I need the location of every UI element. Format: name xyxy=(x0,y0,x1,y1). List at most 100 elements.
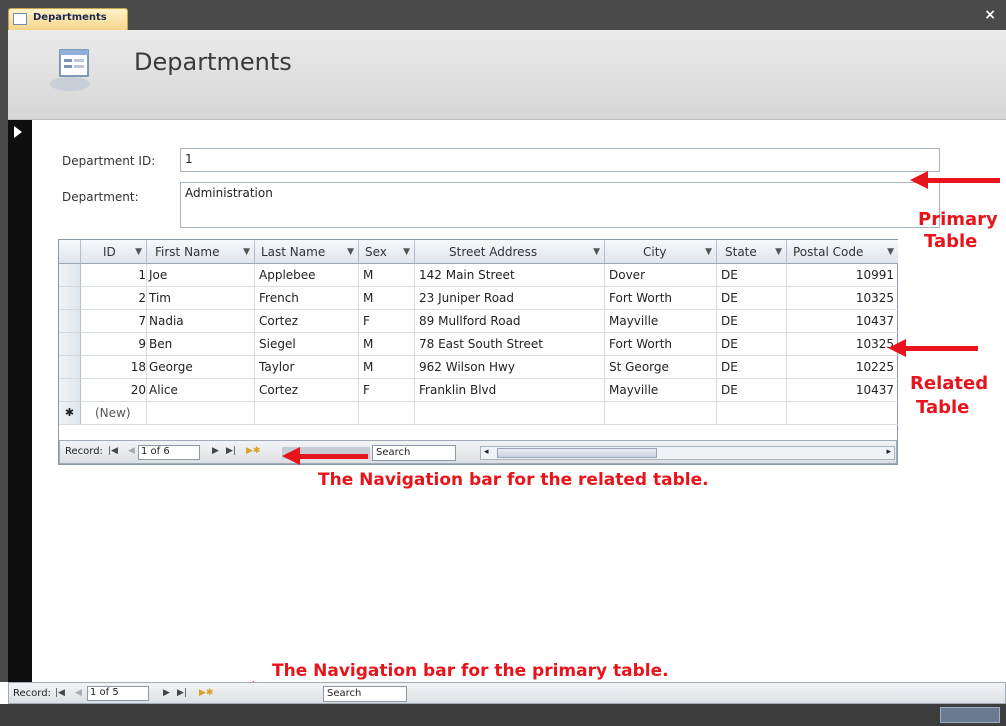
cell-street-address[interactable]: 89 Mullford Road xyxy=(415,310,605,333)
cell-city[interactable]: Mayville xyxy=(605,379,717,402)
cell-last-name[interactable]: Applebee xyxy=(255,264,359,287)
cell-id[interactable]: 7 xyxy=(81,310,147,333)
column-header-state[interactable]: State ▼ xyxy=(717,240,787,264)
row-selector[interactable] xyxy=(59,356,81,379)
row-selector[interactable] xyxy=(59,287,81,310)
scroll-thumb[interactable] xyxy=(497,448,657,458)
cell-state[interactable]: DE xyxy=(717,310,787,333)
previous-record-icon[interactable]: ◀ xyxy=(75,688,82,698)
department-field[interactable]: Administration xyxy=(180,182,940,228)
cell-street-address[interactable]: 962 Wilson Hwy xyxy=(415,356,605,379)
cell-sex[interactable]: M xyxy=(359,356,415,379)
horizontal-scrollbar[interactable]: ◂ ▸ xyxy=(480,446,895,460)
column-header-id[interactable]: ID ▼ xyxy=(81,240,147,264)
cell-city[interactable]: St George xyxy=(605,356,717,379)
new-record-cell[interactable] xyxy=(717,402,787,425)
row-selector[interactable] xyxy=(59,264,81,287)
new-record-cell[interactable] xyxy=(359,402,415,425)
column-dropdown-icon[interactable]: ▼ xyxy=(135,240,142,263)
row-selector[interactable] xyxy=(59,333,81,356)
cell-street-address[interactable]: Franklin Blvd xyxy=(415,379,605,402)
first-record-icon[interactable]: |◀ xyxy=(55,688,65,698)
cell-first-name[interactable]: Joe xyxy=(147,264,255,287)
new-record-cell[interactable] xyxy=(255,402,359,425)
column-header-last-name[interactable]: Last Name ▼ xyxy=(255,240,359,264)
column-dropdown-icon[interactable]: ▼ xyxy=(243,240,250,263)
cell-sex[interactable]: F xyxy=(359,310,415,333)
cell-street-address[interactable]: 142 Main Street xyxy=(415,264,605,287)
cell-first-name[interactable]: Nadia xyxy=(147,310,255,333)
cell-id[interactable]: 18 xyxy=(81,356,147,379)
first-record-icon[interactable]: |◀ xyxy=(108,446,118,456)
cell-last-name[interactable]: Taylor xyxy=(255,356,359,379)
cell-id[interactable]: 20 xyxy=(81,379,147,402)
cell-last-name[interactable]: Cortez xyxy=(255,310,359,333)
cell-sex[interactable]: F xyxy=(359,379,415,402)
cell-city[interactable]: Mayville xyxy=(605,310,717,333)
last-record-icon[interactable]: ▶| xyxy=(226,446,236,456)
current-record-input[interactable]: 1 of 6 xyxy=(138,445,200,460)
scroll-left-icon[interactable]: ◂ xyxy=(484,447,489,457)
row-selector[interactable] xyxy=(59,379,81,402)
last-record-icon[interactable]: ▶| xyxy=(177,688,187,698)
current-record-input[interactable]: 1 of 5 xyxy=(87,686,149,701)
cell-street-address[interactable]: 78 East South Street xyxy=(415,333,605,356)
cell-postal-code[interactable]: 10325 xyxy=(787,333,898,356)
new-record-cell[interactable]: (New) xyxy=(81,402,147,425)
cell-last-name[interactable]: Cortez xyxy=(255,379,359,402)
search-input[interactable]: Search xyxy=(372,445,456,461)
scroll-right-icon[interactable]: ▸ xyxy=(886,447,891,457)
close-icon[interactable]: × xyxy=(984,7,996,23)
cell-state[interactable]: DE xyxy=(717,379,787,402)
new-record-cell[interactable] xyxy=(415,402,605,425)
next-record-icon[interactable]: ▶ xyxy=(163,688,170,698)
column-header-postal-code[interactable]: Postal Code ▼ xyxy=(787,240,898,264)
record-selector[interactable] xyxy=(8,120,32,682)
cell-last-name[interactable]: French xyxy=(255,287,359,310)
column-dropdown-icon[interactable]: ▼ xyxy=(403,240,410,263)
cell-postal-code[interactable]: 10225 xyxy=(787,356,898,379)
cell-sex[interactable]: M xyxy=(359,287,415,310)
column-dropdown-icon[interactable]: ▼ xyxy=(887,240,894,263)
cell-postal-code[interactable]: 10991 xyxy=(787,264,898,287)
cell-first-name[interactable]: Tim xyxy=(147,287,255,310)
column-header-first-name[interactable]: First Name ▼ xyxy=(147,240,255,264)
row-selector[interactable] xyxy=(59,310,81,333)
cell-postal-code[interactable]: 10437 xyxy=(787,310,898,333)
cell-first-name[interactable]: George xyxy=(147,356,255,379)
column-dropdown-icon[interactable]: ▼ xyxy=(775,240,782,263)
new-record-cell[interactable] xyxy=(605,402,717,425)
cell-state[interactable]: DE xyxy=(717,356,787,379)
cell-state[interactable]: DE xyxy=(717,333,787,356)
cell-street-address[interactable]: 23 Juniper Road xyxy=(415,287,605,310)
cell-sex[interactable]: M xyxy=(359,264,415,287)
new-record-cell[interactable] xyxy=(787,402,898,425)
previous-record-icon[interactable]: ◀ xyxy=(128,446,135,456)
cell-id[interactable]: 9 xyxy=(81,333,147,356)
cell-first-name[interactable]: Ben xyxy=(147,333,255,356)
cell-first-name[interactable]: Alice xyxy=(147,379,255,402)
cell-postal-code[interactable]: 10437 xyxy=(787,379,898,402)
cell-id[interactable]: 2 xyxy=(81,287,147,310)
column-dropdown-icon[interactable]: ▼ xyxy=(593,240,600,263)
tab-departments[interactable]: Departments xyxy=(8,8,128,30)
department-id-field[interactable]: 1 xyxy=(180,148,940,172)
new-record-icon[interactable]: ▶✱ xyxy=(199,688,213,698)
cell-city[interactable]: Fort Worth xyxy=(605,287,717,310)
search-input[interactable]: Search xyxy=(323,686,407,702)
cell-sex[interactable]: M xyxy=(359,333,415,356)
cell-city[interactable]: Fort Worth xyxy=(605,333,717,356)
new-record-cell[interactable] xyxy=(147,402,255,425)
column-header-street-address[interactable]: Street Address ▼ xyxy=(415,240,605,264)
select-all-corner[interactable] xyxy=(59,240,81,264)
column-header-city[interactable]: City ▼ xyxy=(605,240,717,264)
cell-last-name[interactable]: Siegel xyxy=(255,333,359,356)
cell-city[interactable]: Dover xyxy=(605,264,717,287)
view-switcher-icons[interactable] xyxy=(940,707,1000,723)
cell-postal-code[interactable]: 10325 xyxy=(787,287,898,310)
column-header-sex[interactable]: Sex ▼ xyxy=(359,240,415,264)
cell-state[interactable]: DE xyxy=(717,264,787,287)
cell-state[interactable]: DE xyxy=(717,287,787,310)
next-record-icon[interactable]: ▶ xyxy=(212,446,219,456)
column-dropdown-icon[interactable]: ▼ xyxy=(347,240,354,263)
